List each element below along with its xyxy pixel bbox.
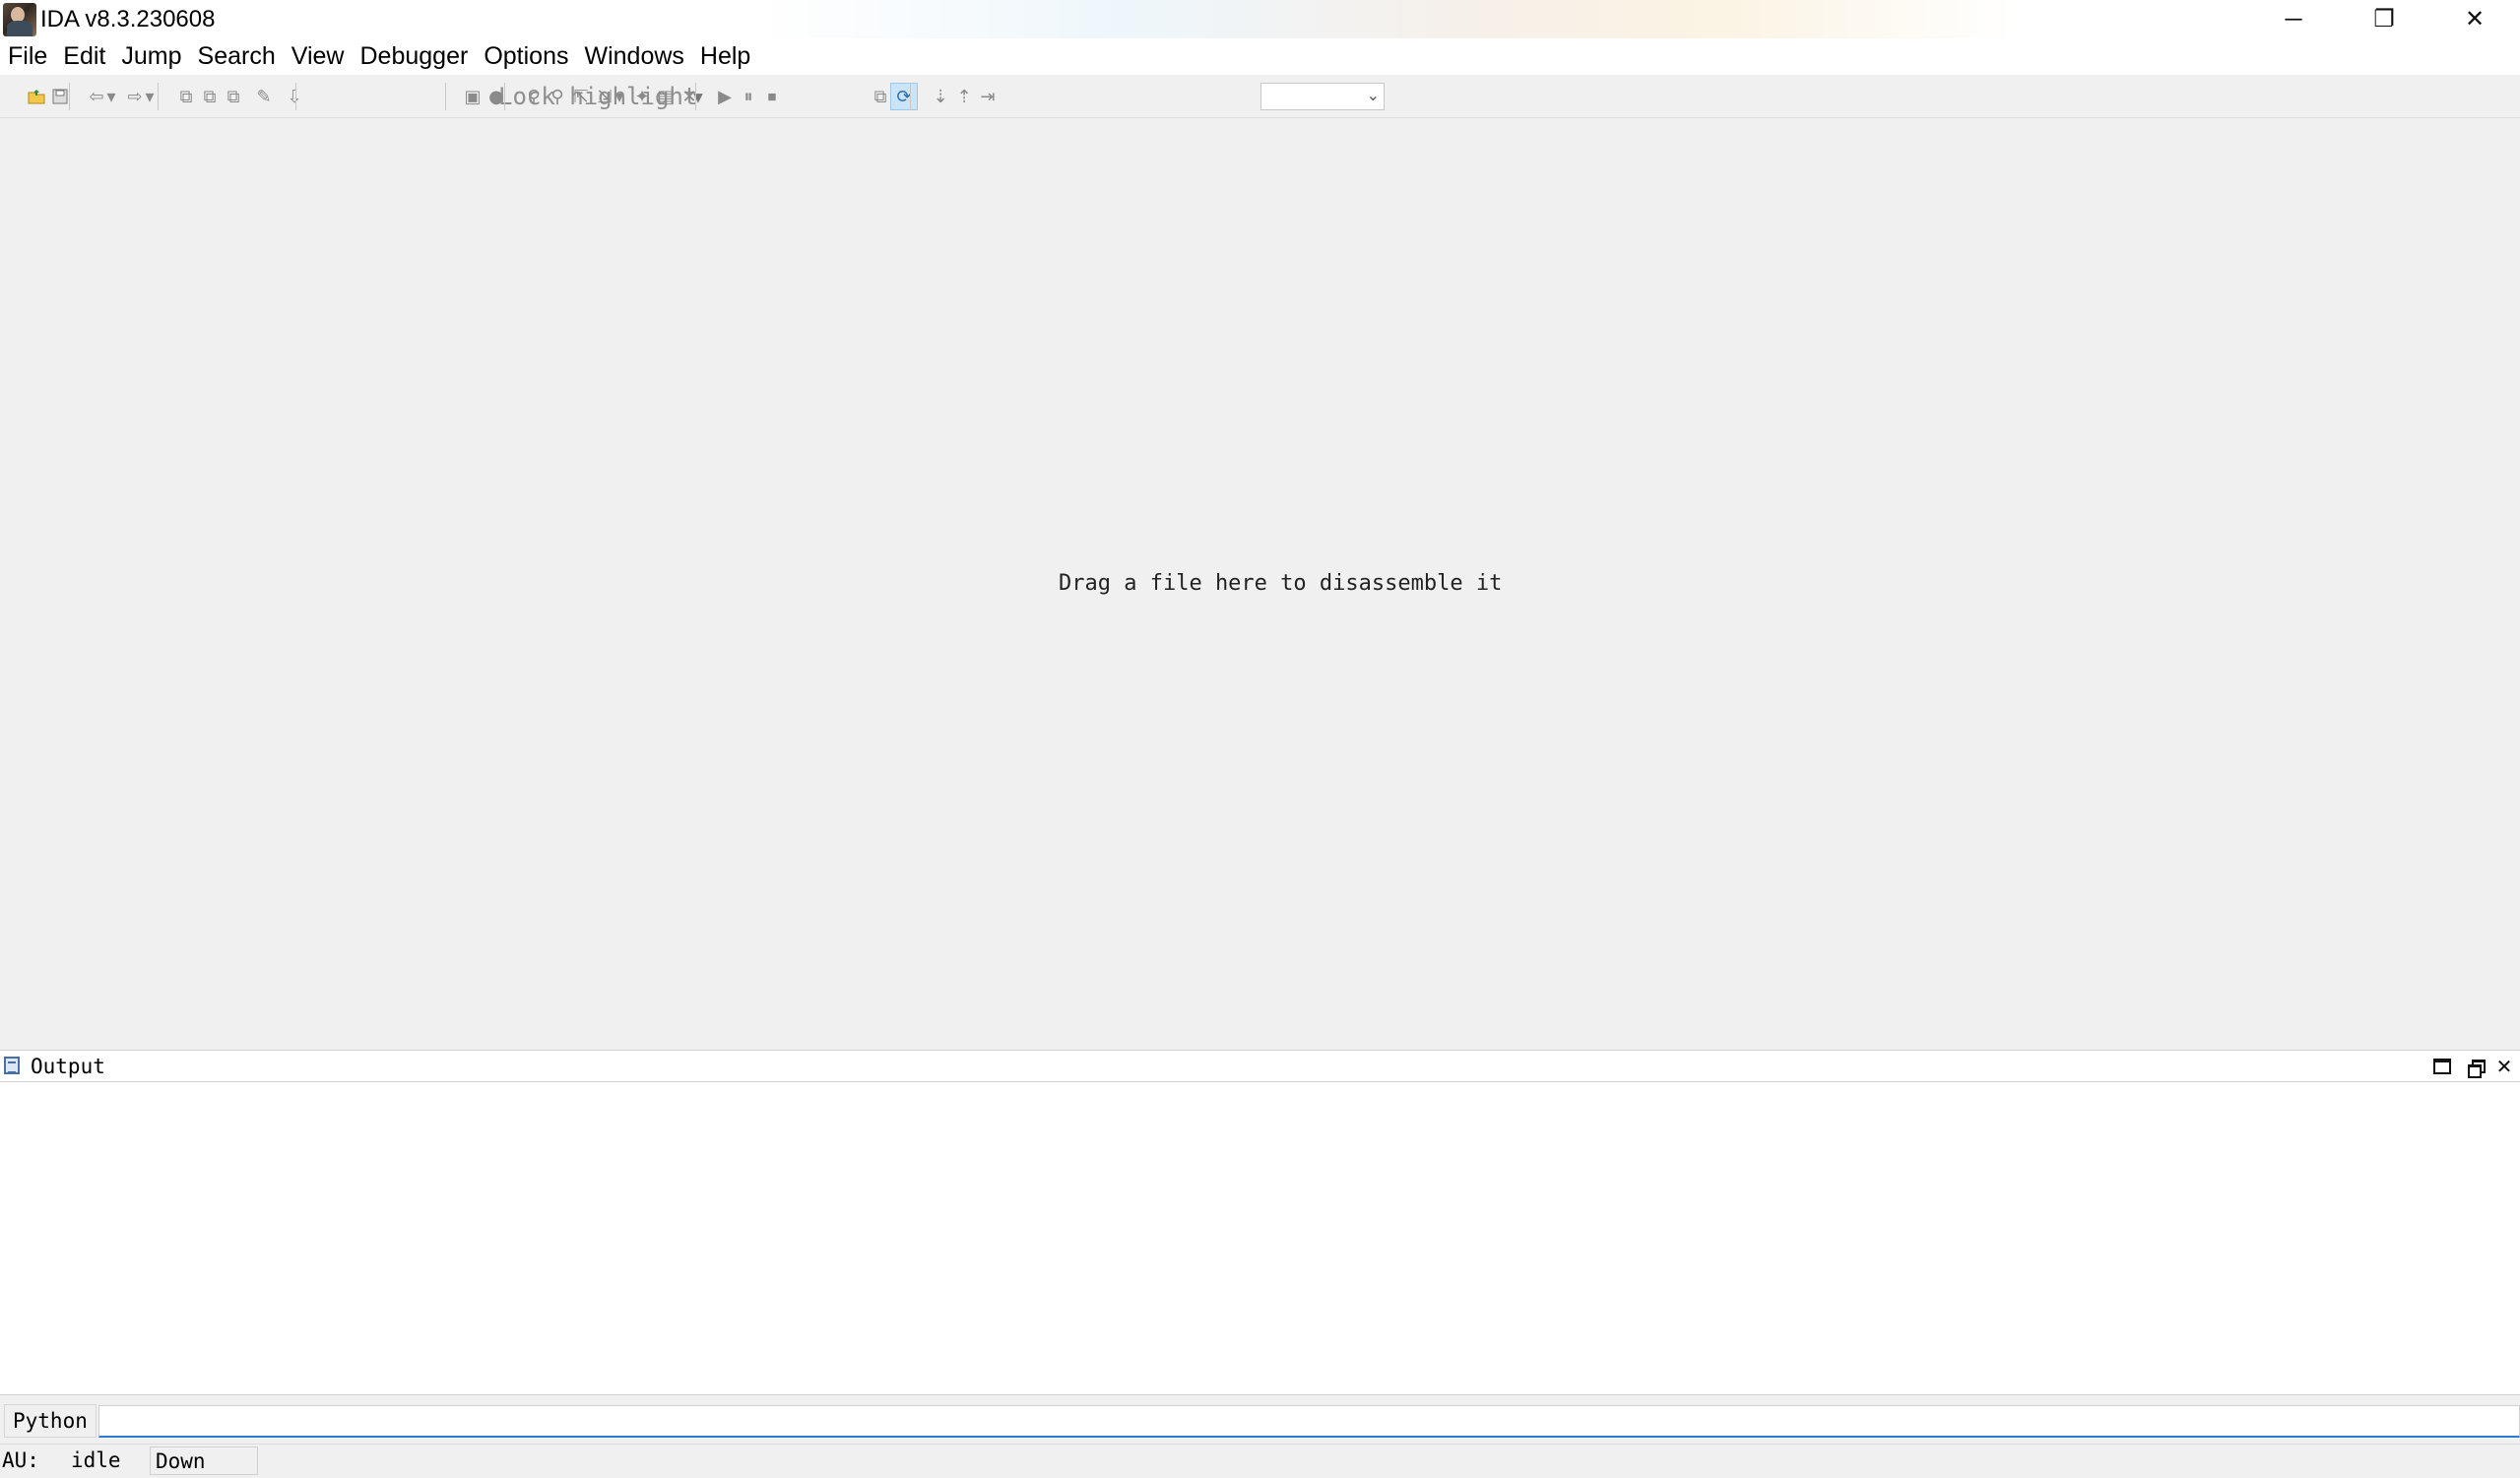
cli-row: Python bbox=[0, 1396, 2520, 1444]
back-history-dropdown-icon[interactable]: ▾ bbox=[102, 83, 120, 110]
toolbar-separator bbox=[445, 83, 446, 110]
menu-windows[interactable]: Windows bbox=[576, 38, 691, 75]
restore-icon: ❐ bbox=[2373, 6, 2395, 32]
status-direction: Down bbox=[150, 1446, 258, 1475]
toolbar: ⇦ ▾ ⇨ ▾ ⧉ ⧉ ⧉ ✎ ⇩ Lock highlight ▼ ▣ ● ⚲… bbox=[0, 75, 2520, 118]
window-controls: ─ ❐ ✕ bbox=[2248, 0, 2520, 38]
maximize-icon bbox=[2433, 1059, 2451, 1074]
cli-language-button[interactable]: Python bbox=[4, 1404, 97, 1438]
debugger-select[interactable]: ⌄ bbox=[1260, 83, 1385, 110]
output-panel-header: Output ✕ bbox=[0, 1050, 2520, 1082]
menu-help[interactable]: Help bbox=[692, 38, 758, 75]
menu-edit[interactable]: Edit bbox=[55, 38, 113, 75]
menu-bar: File Edit Jump Search View Debugger Opti… bbox=[0, 38, 2520, 75]
maximize-panel-button[interactable] bbox=[2429, 1055, 2455, 1078]
ida-app-icon bbox=[3, 3, 36, 36]
float-panel-button[interactable] bbox=[2463, 1055, 2488, 1078]
toolbar-separator bbox=[158, 83, 159, 110]
forward-history-dropdown-icon[interactable]: ▾ bbox=[141, 83, 159, 110]
close-icon: ✕ bbox=[2495, 1056, 2513, 1078]
close-window-button[interactable]: ✕ bbox=[2429, 0, 2520, 38]
toolbar-separator bbox=[295, 83, 296, 110]
patch-icon[interactable]: ✎ bbox=[250, 83, 278, 110]
toolbar-separator bbox=[69, 83, 70, 110]
drag-file-hint: Drag a file here to disassemble it bbox=[1059, 571, 1503, 596]
download-arrow-icon[interactable]: ⇩ bbox=[281, 83, 308, 110]
minimize-icon: ─ bbox=[2285, 5, 2302, 32]
minimize-button[interactable]: ─ bbox=[2248, 0, 2339, 38]
restore-button[interactable]: ❐ bbox=[2339, 0, 2429, 38]
paste-segment-icon[interactable]: ⧉ bbox=[220, 83, 247, 110]
menu-jump[interactable]: Jump bbox=[113, 38, 189, 75]
status-au-state: idle bbox=[71, 1448, 121, 1472]
run-to-cursor-icon[interactable]: ⇥ bbox=[974, 83, 1002, 110]
window-title: IDA v8.3.230608 bbox=[40, 5, 216, 32]
stop-icon[interactable]: ⏹ bbox=[758, 83, 786, 110]
main-drop-area[interactable]: Drag a file here to disassemble it bbox=[0, 119, 2520, 1050]
toolbar-separator bbox=[695, 83, 696, 110]
menu-file[interactable]: File bbox=[0, 38, 55, 75]
output-panel-title: Output bbox=[31, 1055, 105, 1078]
toolbar-separator bbox=[910, 83, 911, 110]
status-bar: AU: idle Down bbox=[0, 1444, 2520, 1478]
close-icon: ✕ bbox=[2464, 6, 2486, 32]
toolbar-separator bbox=[504, 83, 505, 110]
python-command-input[interactable] bbox=[98, 1405, 2520, 1438]
output-window-icon bbox=[4, 1057, 20, 1074]
menu-search[interactable]: Search bbox=[190, 38, 284, 75]
circle-icon[interactable]: ● bbox=[483, 83, 510, 110]
output-log[interactable] bbox=[0, 1082, 2520, 1395]
menu-debugger[interactable]: Debugger bbox=[353, 38, 477, 75]
menu-view[interactable]: View bbox=[284, 38, 353, 75]
chevron-down-icon: ⌄ bbox=[1366, 88, 1380, 104]
title-bar: IDA v8.3.230608 ─ ❐ ✕ bbox=[0, 0, 2520, 38]
status-au-label: AU: bbox=[2, 1448, 39, 1472]
refresh-debugger-icon[interactable]: ⟳ bbox=[890, 83, 918, 110]
close-panel-button[interactable]: ✕ bbox=[2491, 1055, 2517, 1078]
close-graph-icon[interactable]: ✕ bbox=[676, 83, 703, 110]
graph-dropdown-icon[interactable]: ▾ bbox=[611, 83, 628, 110]
float-window-icon bbox=[2468, 1060, 2486, 1078]
menu-options[interactable]: Options bbox=[476, 38, 576, 75]
